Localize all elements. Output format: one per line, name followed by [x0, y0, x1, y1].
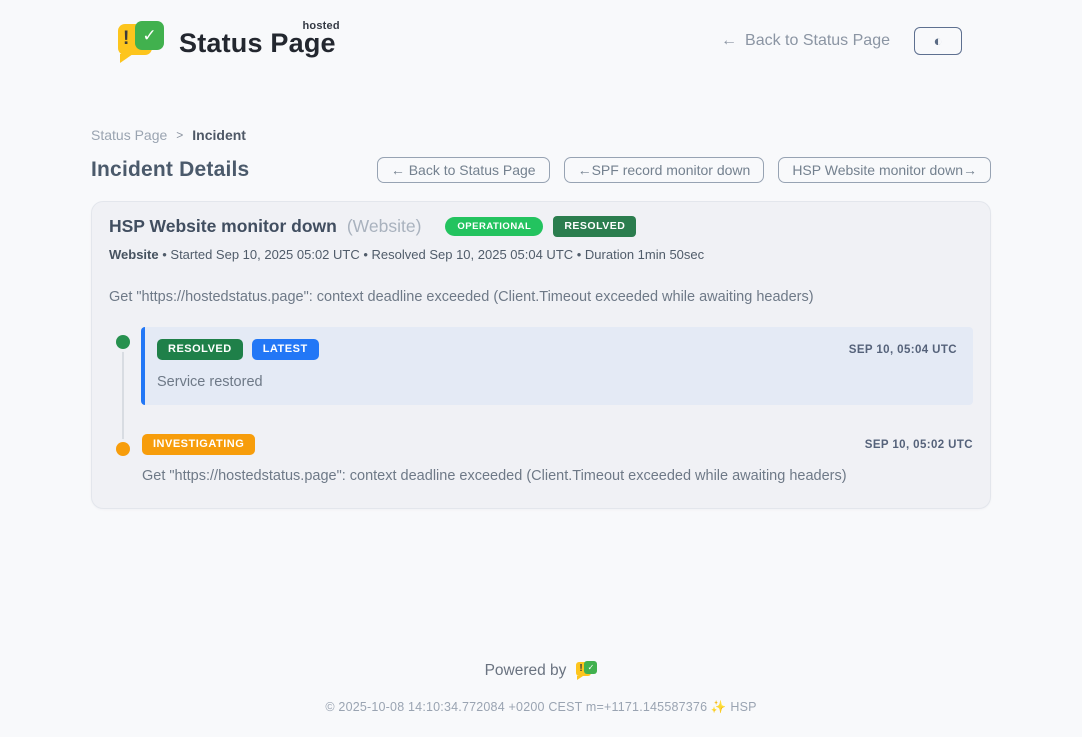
brand-wordmark: Status Page hosted [179, 28, 336, 63]
incident-description: Get "https://hostedstatus.page": context… [109, 289, 973, 305]
incident-timeline: RESOLVED LATEST SEP 10, 05:04 UTC Servic… [109, 327, 973, 484]
timeline-investigating-badge: INVESTIGATING [142, 434, 255, 455]
next-incident-button[interactable]: HSP Website monitor down→ [778, 157, 991, 183]
powered-by-label: Powered by [485, 662, 567, 680]
page-title: Incident Details [91, 158, 249, 182]
timeline-timestamp: SEP 10, 05:04 UTC [849, 344, 957, 356]
timeline-entry-badges: INVESTIGATING [142, 434, 255, 455]
breadcrumb-status-page[interactable]: Status Page [91, 127, 167, 143]
brand-superscript: hosted [303, 20, 340, 32]
mini-check-icon: ✓ [584, 661, 597, 674]
previous-incident-button[interactable]: ←SPF record monitor down [564, 157, 765, 183]
timeline-entry-badges: RESOLVED LATEST [157, 339, 319, 360]
status-page-logo-icon: ! ✓ [118, 19, 166, 63]
timeline-item: INVESTIGATING SEP 10, 05:02 UTC Get "htt… [116, 434, 973, 484]
site-header: ! ✓ Status Page hosted ← Back to Status … [0, 0, 1082, 76]
left-arrow-icon: ← [721, 32, 737, 50]
incident-title-row: HSP Website monitor down (Website) OPERA… [109, 216, 973, 237]
resolved-badge: RESOLVED [553, 216, 636, 237]
back-to-status-page-button[interactable]: ← Back to Status Page [377, 157, 550, 183]
operational-badge: OPERATIONAL [445, 217, 543, 237]
breadcrumb: Status Page > Incident [91, 127, 991, 143]
incident-meta-component: Website [109, 247, 159, 262]
incident-meta-details: • Started Sep 10, 2025 05:02 UTC • Resol… [162, 247, 704, 262]
powered-by-link[interactable]: Powered by ! ✓ [485, 660, 598, 681]
timeline-dot-resolved [116, 335, 130, 349]
timeline-latest-badge: LATEST [252, 339, 319, 360]
theme-toggle-button[interactable]: ◐ [914, 27, 962, 55]
brand-name: Status Page [179, 28, 336, 58]
incident-meta: Website • Started Sep 10, 2025 05:02 UTC… [109, 247, 973, 262]
incident-nav-buttons: ← Back to Status Page ←SPF record monito… [377, 157, 991, 183]
breadcrumb-separator: > [176, 128, 183, 142]
timeline-item: RESOLVED LATEST SEP 10, 05:04 UTC Servic… [116, 327, 973, 405]
timeline-resolved-badge: RESOLVED [157, 339, 243, 360]
brand-logo-link[interactable]: ! ✓ Status Page hosted [118, 19, 336, 63]
exclamation-icon: ! [123, 28, 129, 50]
header-back-to-status-link[interactable]: ← Back to Status Page [721, 32, 890, 50]
breadcrumb-incident: Incident [192, 127, 246, 143]
timeline-entry-header: RESOLVED LATEST SEP 10, 05:04 UTC [157, 339, 957, 360]
copyright-text: © 2025-10-08 14:10:34.772084 +0200 CEST … [0, 700, 1082, 715]
timeline-message: Service restored [157, 374, 957, 390]
main-content: Status Page > Incident Incident Details … [91, 76, 991, 660]
timeline-entry-resolved: RESOLVED LATEST SEP 10, 05:04 UTC Servic… [141, 327, 973, 405]
check-icon: ✓ [135, 21, 164, 50]
header-actions: ← Back to Status Page ◐ [721, 27, 962, 55]
incident-component: (Website) [347, 216, 422, 237]
timeline-entry-header: INVESTIGATING SEP 10, 05:02 UTC [142, 434, 973, 455]
status-page-mini-logo-icon: ! ✓ [576, 660, 597, 681]
mini-exclamation-icon: ! [579, 663, 582, 674]
incident-card: HSP Website monitor down (Website) OPERA… [91, 201, 991, 509]
timeline-dot-investigating [116, 442, 130, 456]
timeline-timestamp: SEP 10, 05:02 UTC [865, 439, 973, 451]
header-back-link-label: Back to Status Page [745, 32, 890, 50]
timeline-message: Get "https://hostedstatus.page": context… [142, 468, 973, 484]
site-footer: Powered by ! ✓ © 2025-10-08 14:10:34.772… [0, 660, 1082, 737]
timeline-entry-investigating: INVESTIGATING SEP 10, 05:02 UTC Get "htt… [141, 434, 973, 484]
incident-title: HSP Website monitor down [109, 216, 337, 237]
title-row: Incident Details ← Back to Status Page ←… [91, 157, 991, 183]
half-circle-icon: ◐ [933, 34, 942, 49]
